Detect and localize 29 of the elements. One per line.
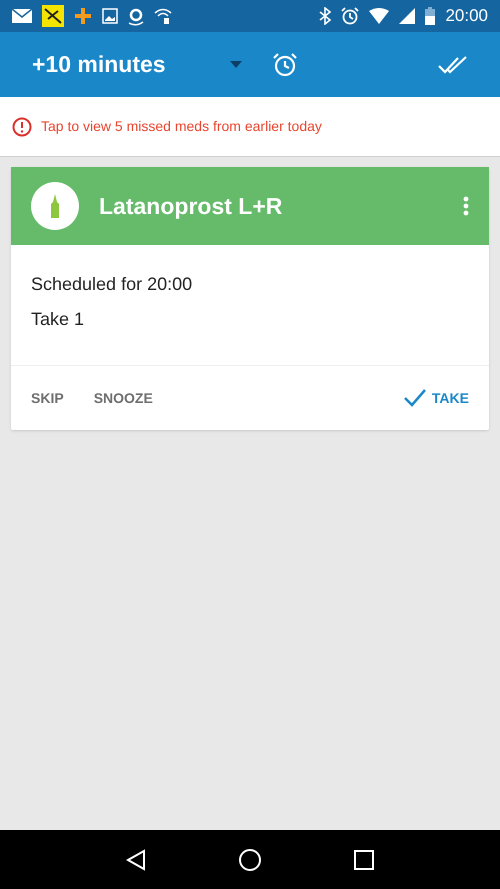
dose-detail: Scheduled for 20:00 [31,273,194,296]
card-action[interactable]: SKIP [31,388,64,408]
wifi-icon [154,7,172,25]
dose-detail: Take 1 [31,308,86,331]
app-icon [42,5,64,27]
image-icon [102,8,118,24]
eye-drop-bottle-icon [50,194,60,218]
home-icon[interactable] [238,848,262,872]
check-icon [404,389,426,407]
bluetooth-icon [319,7,332,25]
battery-icon [425,7,436,25]
plus-icon [74,7,92,25]
cell-signal-icon [399,8,416,24]
card-action[interactable]: SNOOZE [94,388,153,408]
medicine-name: Latanoprost L+R [99,192,282,221]
dropdown-caret-icon [230,61,242,68]
missed-meds-text: Tap to view 5 missed meds from earlier today [41,117,322,136]
recents-icon[interactable] [354,850,374,870]
mail-icon [12,9,32,23]
back-icon[interactable] [126,848,146,870]
snooze-duration-dropdown[interactable]: +10 minutes [32,47,242,82]
double-check-icon[interactable] [438,54,468,74]
wifi-signal-icon [369,8,390,24]
alert-icon [12,116,32,136]
status-time: 20:00 [445,5,488,28]
missed-meds-banner[interactable]: Tap to view 5 missed meds from earlier today [0,97,500,157]
alarm-clock-icon[interactable] [272,52,298,78]
alarm-icon [341,7,360,25]
card-action[interactable]: TAKE [404,388,469,408]
